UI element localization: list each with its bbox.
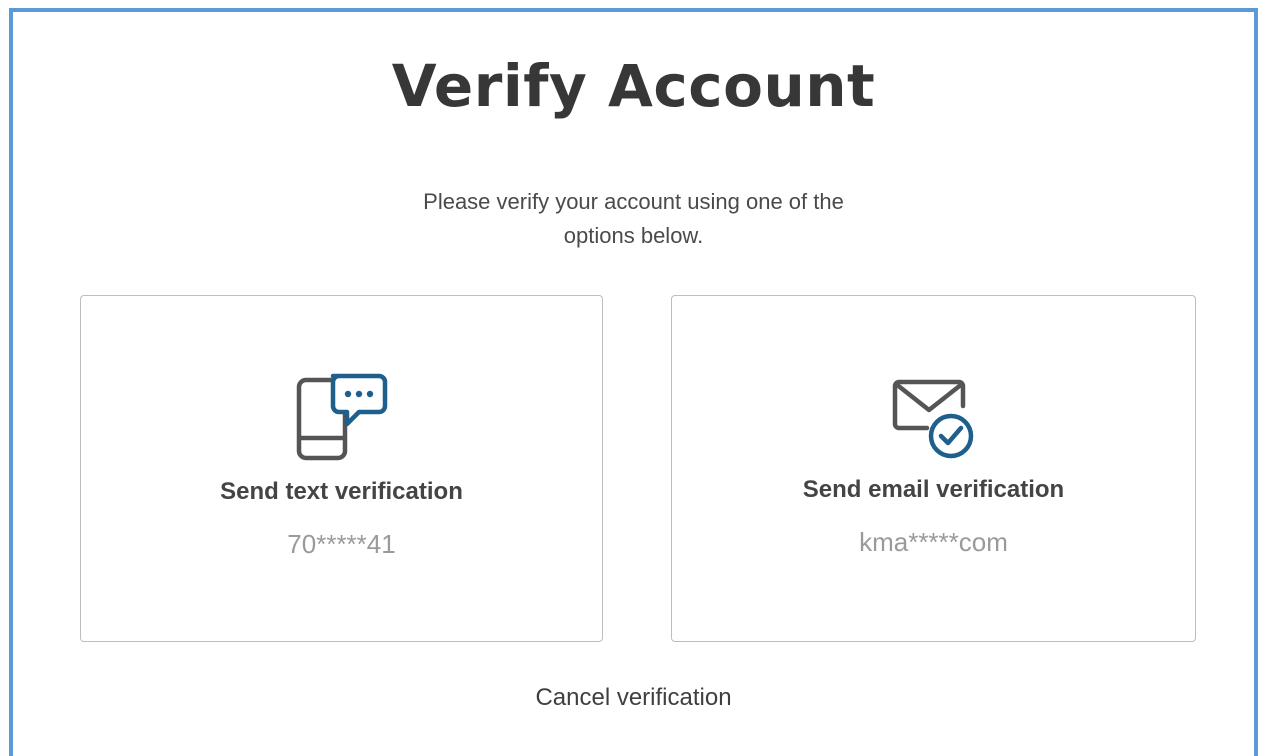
email-verification-option[interactable]: Send email verification kma*****com (671, 295, 1196, 642)
verify-account-panel: Verify Account Please verify your accoun… (9, 8, 1258, 756)
cancel-verification-link[interactable]: Cancel verification (13, 684, 1254, 712)
text-verification-label: Send text verification (220, 478, 463, 505)
masked-phone-number: 70*****41 (287, 529, 396, 559)
text-verification-option[interactable]: Send text verification 70*****41 (80, 295, 603, 642)
masked-email-address: kma*****com (859, 527, 1008, 557)
page-title: Verify Account (391, 52, 876, 120)
email-check-icon (892, 379, 973, 459)
email-verification-label: Send email verification (802, 476, 1065, 503)
instructions-text: Please verify your account using one of … (423, 189, 844, 248)
phone-chat-icon (296, 373, 387, 461)
